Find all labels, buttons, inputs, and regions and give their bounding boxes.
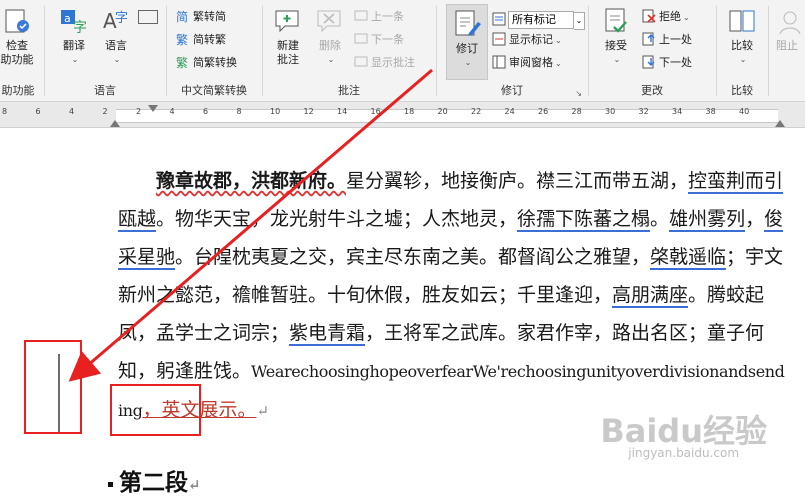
- red-arrow-line: [68, 68, 433, 382]
- annotation-arrow: [68, 68, 433, 382]
